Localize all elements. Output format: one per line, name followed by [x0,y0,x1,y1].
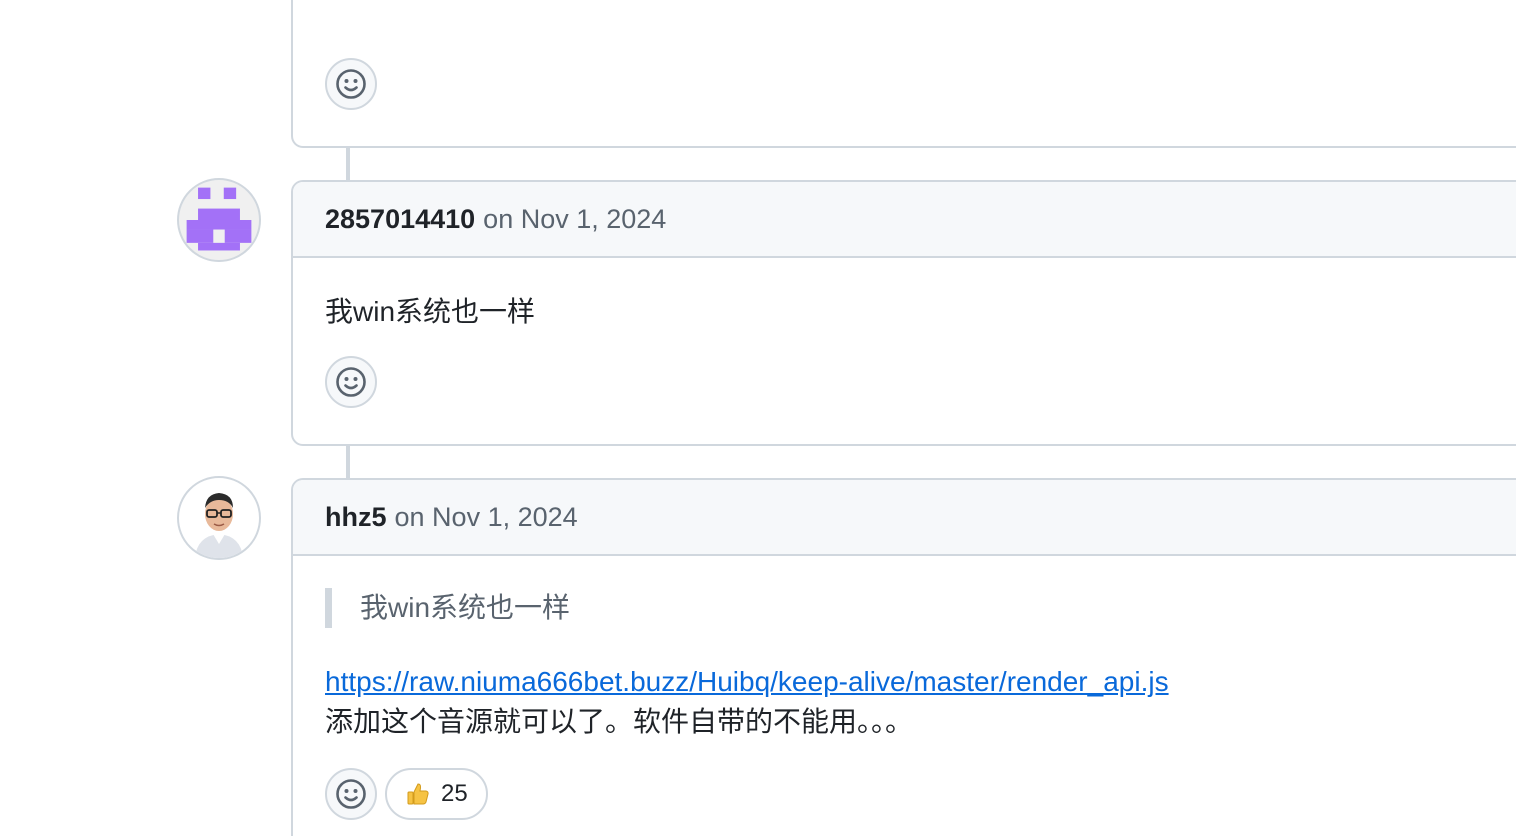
comment-date[interactable]: on Nov 1, 2024 [395,502,578,533]
reactions-bar: 25 [325,768,1497,820]
identicon-avatar-icon [186,187,252,251]
comment-header: hhz5 on Nov 1, 2024 [293,480,1516,556]
comment-author[interactable]: 2857014410 [325,204,475,235]
discussion-thread: 2857014410 on Nov 1, 2024 我win系统也一样 hhz5… [0,0,1516,836]
source-link[interactable]: https://raw.niuma666bet.buzz/Huibq/keep-… [325,666,1169,697]
thumbs-up-icon [407,783,429,805]
comment-text: 添加这个音源就可以了。软件自带的不能用。。。 [325,706,914,737]
add-reaction-button[interactable] [325,356,377,408]
smiley-icon [336,69,366,99]
comment-header: 2857014410 on Nov 1, 2024 [293,182,1516,258]
avatar[interactable] [177,178,261,262]
comment-date[interactable]: on Nov 1, 2024 [483,204,666,235]
reactions-bar [325,58,1497,110]
reaction-count: 25 [441,780,468,807]
reactions-bar [325,356,1497,408]
comment-card [291,0,1516,148]
blockquote: 我win系统也一样 [325,588,1497,628]
timeline-connector [346,146,350,182]
timeline-connector [346,444,350,480]
add-reaction-button[interactable] [325,768,377,820]
comment-card: 2857014410 on Nov 1, 2024 我win系统也一样 [291,180,1516,446]
thumbs-up-reaction[interactable]: 25 [385,768,488,820]
avatar[interactable] [177,476,261,560]
add-reaction-button[interactable] [325,58,377,110]
comment-text: 我win系统也一样 [325,296,536,327]
comment-card: hhz5 on Nov 1, 2024 我win系统也一样 https://ra… [291,478,1516,836]
comment-author[interactable]: hhz5 [325,502,387,533]
user-photo-avatar-icon [195,493,243,558]
smiley-icon [336,367,366,397]
smiley-icon [336,779,366,809]
